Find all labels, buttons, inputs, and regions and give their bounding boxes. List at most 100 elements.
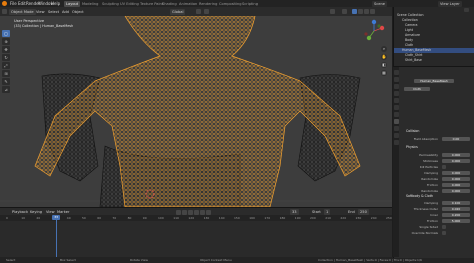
rendered-shading-icon[interactable] — [370, 9, 375, 14]
overlays-icon[interactable] — [330, 9, 335, 14]
navigation-gizmo[interactable] — [361, 18, 387, 44]
menu-edit[interactable]: Edit — [18, 1, 26, 6]
menu-view[interactable]: View — [34, 9, 47, 15]
outliner-row[interactable]: Shirt_Base — [397, 58, 422, 63]
mode-selector[interactable]: Object Mode — [9, 8, 36, 15]
outliner-row[interactable]: Armature — [397, 33, 420, 38]
scene-tab-icon[interactable] — [393, 91, 399, 96]
property-field[interactable]: 0.000 — [442, 189, 470, 193]
select-box-icon[interactable]: ▢ — [2, 30, 10, 37]
outliner-row[interactable]: Camera — [397, 23, 418, 28]
property-field[interactable]: 0.100 — [442, 201, 470, 205]
data-tab-icon[interactable] — [393, 133, 399, 138]
next-key-icon[interactable] — [200, 209, 205, 215]
playhead-frame-badge[interactable]: 33 — [52, 215, 61, 220]
tab-layout[interactable]: Layout — [64, 0, 81, 7]
blender-logo-icon[interactable] — [2, 1, 7, 6]
timeline-tick: 100 — [158, 216, 164, 220]
jump-end-icon[interactable] — [206, 209, 211, 215]
measure-icon[interactable]: ⊿ — [2, 86, 10, 93]
zoom-icon[interactable]: ⌕ — [381, 46, 387, 52]
shirt-mesh-selected — [34, 16, 361, 207]
object-name-field[interactable]: Human_BaseMesh — [414, 79, 454, 83]
property-label: Randomize — [421, 189, 438, 193]
property-field[interactable]: 0.000 — [442, 183, 470, 187]
outliner-row[interactable]: Body — [397, 38, 413, 43]
property-field[interactable] — [442, 231, 446, 235]
property-field[interactable]: 0.000 — [442, 153, 470, 157]
tab-animation[interactable]: Animation — [177, 1, 199, 7]
outliner-filter-icon[interactable] — [464, 8, 469, 12]
move-icon[interactable]: ✥ — [2, 46, 10, 53]
world-tab-icon[interactable] — [393, 98, 399, 103]
xray-icon[interactable] — [342, 9, 347, 14]
object-tab-icon[interactable] — [393, 105, 399, 110]
property-field[interactable]: 0.000 — [442, 159, 470, 163]
status-context-menu: Object Context Menu — [200, 258, 232, 262]
camera-view-icon[interactable]: ◧ — [381, 62, 387, 68]
tab-modeling[interactable]: Modeling — [80, 1, 100, 7]
solid-shading-icon[interactable] — [358, 9, 363, 14]
property-field[interactable]: 0.00 — [442, 137, 470, 141]
outliner-row[interactable]: Cloth_Shirt — [397, 53, 422, 58]
timeline-tick: 180 — [279, 216, 286, 220]
play-icon[interactable] — [194, 209, 199, 215]
outliner-row[interactable]: Light — [397, 28, 413, 33]
property-field[interactable]: 5.000 — [442, 219, 470, 223]
modifier-name-field[interactable]: Cloth — [404, 87, 430, 91]
rotate-icon[interactable]: ↻ — [2, 54, 10, 61]
tool-tab-icon[interactable] — [393, 70, 399, 75]
modifier-tab-icon[interactable] — [393, 112, 399, 117]
gizmo-z-icon — [371, 19, 377, 25]
outliner-row[interactable]: Cloth — [397, 43, 413, 48]
tab-rendering[interactable]: Rendering — [197, 1, 219, 7]
menu-help[interactable]: Help — [51, 1, 60, 6]
transform-orientation[interactable]: Global — [170, 8, 186, 15]
scene-selector[interactable]: Scene — [372, 0, 387, 7]
scale-icon[interactable]: ⤢ — [2, 62, 10, 69]
timeline-tick: 70 — [112, 216, 117, 220]
constraints-tab-icon[interactable] — [393, 126, 399, 131]
editor-type-icon[interactable] — [2, 9, 7, 14]
jump-start-icon[interactable] — [176, 209, 181, 215]
collision-section-header[interactable]: Collision — [406, 129, 419, 133]
physics-section-header[interactable]: Physics — [406, 145, 418, 149]
wireframe-shading-icon[interactable] — [352, 9, 357, 14]
gizmo-y-icon — [366, 35, 372, 41]
outliner-row[interactable]: Collection — [397, 18, 418, 23]
playhead[interactable] — [56, 220, 58, 257]
3d-viewport[interactable] — [0, 16, 392, 207]
property-label: Friction — [427, 219, 438, 223]
menu-object[interactable]: Object — [70, 9, 86, 15]
cursor-icon[interactable]: ⊕ — [2, 38, 10, 45]
view-layer-selector[interactable]: View Layer — [438, 0, 462, 7]
pan-hand-icon[interactable]: ✋ — [381, 54, 387, 60]
tab-scripting[interactable]: Scripting — [240, 1, 260, 7]
output-tab-icon[interactable] — [393, 84, 399, 89]
snap-icon[interactable] — [196, 9, 201, 14]
prev-key-icon[interactable] — [182, 209, 187, 215]
render-tab-icon[interactable] — [393, 77, 399, 82]
property-field[interactable] — [442, 165, 446, 169]
softbody-section-header[interactable]: Softbody & Cloth — [406, 194, 433, 198]
outliner-row[interactable]: Scene Collection — [397, 13, 424, 18]
transform-icon[interactable]: ⊞ — [2, 70, 10, 77]
tab-shading[interactable]: Shading — [160, 1, 179, 7]
property-field[interactable]: 0.000 — [442, 171, 470, 175]
perspective-toggle-icon[interactable]: ▦ — [381, 70, 387, 76]
menu-select[interactable]: Select — [46, 9, 61, 15]
menu-file[interactable]: File — [10, 1, 17, 6]
timeline-area[interactable] — [0, 215, 392, 257]
play-reverse-icon[interactable] — [188, 209, 193, 215]
property-field[interactable]: 0.020 — [442, 207, 470, 211]
outliner-row[interactable]: Human_BaseMesh — [394, 48, 474, 53]
status-box-select: Box Select — [60, 258, 76, 262]
physics-tab-icon[interactable] — [393, 119, 399, 124]
property-field[interactable]: 0.200 — [442, 213, 470, 217]
material-shading-icon[interactable] — [364, 9, 369, 14]
proportional-edit-icon[interactable] — [204, 9, 209, 14]
property-field[interactable]: 0.000 — [442, 177, 470, 181]
annotate-icon[interactable]: ✎ — [2, 78, 10, 85]
property-field[interactable] — [442, 225, 446, 229]
material-tab-icon[interactable] — [393, 140, 399, 145]
